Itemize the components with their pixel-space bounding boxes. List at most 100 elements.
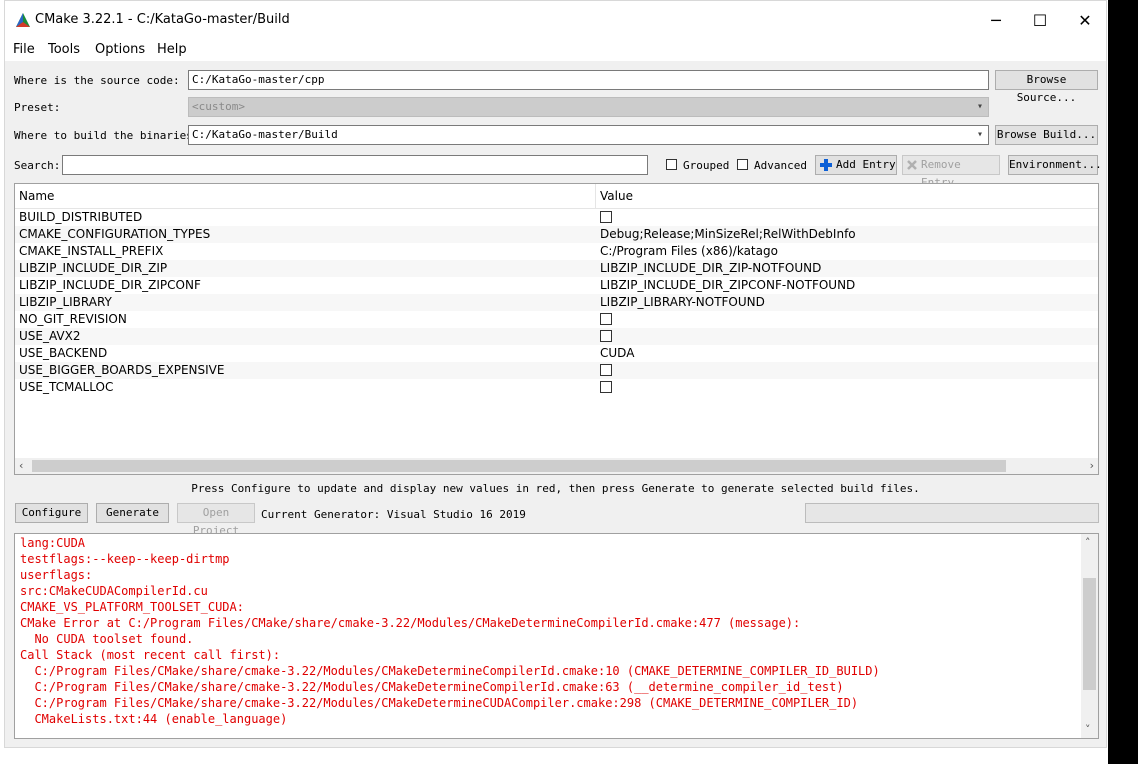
table-row[interactable]: LIBZIP_INCLUDE_DIR_ZIP LIBZIP_INCLUDE_DIR… [15, 260, 1098, 277]
output-line: C:/Program Files/CMake/share/cmake-3.22/… [20, 664, 880, 678]
build-path-combo[interactable]: C:/KataGo-master/Build ▾ [188, 125, 989, 145]
build-path-value: C:/KataGo-master/Build [192, 128, 338, 141]
column-divider[interactable] [595, 184, 596, 208]
entry-name: USE_TCMALLOC [19, 380, 114, 394]
table-row[interactable]: USE_BIGGER_BOARDS_EXPENSIVE [15, 362, 1098, 379]
entry-name: NO_GIT_REVISION [19, 312, 127, 326]
horizontal-scroll-thumb[interactable] [32, 460, 1006, 472]
entry-name: USE_BIGGER_BOARDS_EXPENSIVE [19, 363, 225, 377]
current-generator: Current Generator: Visual Studio 16 2019 [261, 508, 526, 521]
grouped-label[interactable]: Grouped [683, 159, 729, 172]
entry-value-checkbox[interactable] [600, 381, 612, 393]
entry-name: LIBZIP_INCLUDE_DIR_ZIP [19, 261, 168, 275]
table-row[interactable]: USE_TCMALLOC [15, 379, 1098, 396]
configure-hint: Press Configure to update and display ne… [191, 482, 920, 495]
output-line: CMake Error at C:/Program Files/CMake/sh… [20, 616, 801, 630]
cmake-logo-icon [16, 13, 30, 27]
entry-value-checkbox[interactable] [600, 313, 612, 325]
source-path-input[interactable]: C:/KataGo-master/cpp [188, 70, 989, 90]
entry-value[interactable]: LIBZIP_INCLUDE_DIR_ZIPCONF-NOTFOUND [600, 278, 855, 292]
search-input[interactable] [62, 155, 648, 175]
add-entry-button[interactable]: Add Entry [815, 155, 897, 175]
entry-value[interactable]: Debug;Release;MinSizeRel;RelWithDebInfo [600, 227, 856, 241]
maximize-button[interactable]: ☐ [1017, 7, 1063, 35]
generate-button[interactable]: Generate [96, 503, 169, 523]
vertical-scroll-thumb[interactable] [1083, 578, 1096, 690]
add-entry-label: Add Entry [836, 158, 896, 171]
output-line: C:/Program Files/CMake/share/cmake-3.22/… [20, 680, 844, 694]
scroll-up-icon[interactable]: ˄ [1085, 536, 1091, 549]
plus-icon [820, 159, 832, 171]
preset-combo: <custom> ▾ [188, 97, 989, 117]
table-row[interactable]: USE_BACKEND CUDA [15, 345, 1098, 362]
table-row[interactable]: CMAKE_CONFIGURATION_TYPES Debug;Release;M… [15, 226, 1098, 243]
background-desktop [1108, 0, 1138, 764]
cache-table: Name Value BUILD_DISTRIBUTED CMAKE_CONFIG… [14, 183, 1099, 475]
table-row[interactable]: LIBZIP_LIBRARY LIBZIP_LIBRARY-NOTFOUND [15, 294, 1098, 311]
column-header-name[interactable]: Name [19, 189, 54, 203]
environment-button[interactable]: Environment... [1008, 155, 1102, 175]
preset-value: <custom> [192, 100, 245, 113]
scroll-right-icon[interactable]: › [1090, 459, 1094, 472]
output-line: No CUDA toolset found. [20, 632, 194, 646]
vertical-scrollbar[interactable]: ˄ ˅ [1081, 534, 1098, 738]
configure-button[interactable]: Configure [15, 503, 88, 523]
advanced-checkbox[interactable] [737, 159, 748, 170]
advanced-label[interactable]: Advanced [754, 159, 807, 172]
chevron-down-icon[interactable]: ▾ [977, 126, 983, 144]
output-line: lang:CUDA [20, 536, 86, 550]
output-line: testflags:--keep--keep-dirtmp [20, 552, 230, 566]
cmake-window: CMake 3.22.1 - C:/KataGo-master/Build ─ … [4, 0, 1107, 748]
menu-file[interactable]: File [13, 42, 35, 57]
remove-entry-button: Remove Entry [902, 155, 1000, 189]
output-line: src:CMakeCUDACompilerId.cu [20, 584, 208, 598]
table-row[interactable]: USE_AVX2 [15, 328, 1098, 345]
browse-build-button[interactable]: Browse Build... [995, 125, 1098, 145]
column-header-value[interactable]: Value [600, 189, 633, 203]
output-line: Call Stack (most recent call first): [20, 648, 281, 662]
build-label: Where to build the binaries: [14, 129, 200, 142]
entry-name: USE_AVX2 [19, 329, 81, 343]
menu-tools[interactable]: Tools [48, 42, 80, 57]
table-row[interactable]: BUILD_DISTRIBUTED [15, 209, 1098, 226]
scroll-left-icon[interactable]: ‹ [19, 459, 23, 472]
output-log[interactable]: lang:CUDA testflags:--keep--keep-dirtmp us… [14, 533, 1099, 739]
scroll-down-icon[interactable]: ˅ [1085, 723, 1091, 736]
window-title: CMake 3.22.1 - C:/KataGo-master/Build [35, 12, 290, 27]
open-project-button: Open Project [177, 503, 255, 537]
table-row[interactable]: CMAKE_INSTALL_PREFIX C:/Program Files (x8… [15, 243, 1098, 260]
horizontal-scrollbar[interactable]: ‹ › [15, 458, 1098, 474]
entry-value[interactable]: CUDA [600, 346, 634, 360]
output-line: CMAKE_VS_PLATFORM_TOOLSET_CUDA: [20, 600, 244, 614]
entry-name: BUILD_DISTRIBUTED [19, 210, 143, 224]
table-row[interactable]: LIBZIP_INCLUDE_DIR_ZIPCONF LIBZIP_INCLUDE… [15, 277, 1098, 294]
title-bar: CMake 3.22.1 - C:/KataGo-master/Build ─ … [5, 1, 1106, 39]
menu-bar: File Tools Options Help [5, 39, 1106, 61]
entry-value[interactable]: LIBZIP_INCLUDE_DIR_ZIP-NOTFOUND [600, 261, 821, 275]
close-button[interactable]: ✕ [1062, 7, 1108, 35]
chevron-down-icon: ▾ [976, 101, 983, 112]
grouped-checkbox[interactable] [666, 159, 677, 170]
entry-name: CMAKE_CONFIGURATION_TYPES [19, 227, 211, 241]
table-header: Name Value [15, 184, 1098, 209]
entry-name: USE_BACKEND [19, 346, 108, 360]
minimize-button[interactable]: ─ [973, 7, 1019, 35]
search-label: Search: [14, 159, 61, 172]
progress-bar [805, 503, 1099, 523]
output-line: CMakeLists.txt:44 (enable_language) [20, 712, 288, 726]
entry-value-checkbox[interactable] [600, 330, 612, 342]
entry-value-checkbox[interactable] [600, 364, 612, 376]
entry-value[interactable]: LIBZIP_LIBRARY-NOTFOUND [600, 295, 765, 309]
preset-label: Preset: [14, 101, 61, 114]
table-row[interactable]: NO_GIT_REVISION [15, 311, 1098, 328]
entry-name: LIBZIP_INCLUDE_DIR_ZIPCONF [19, 278, 201, 292]
browse-source-button[interactable]: Browse Source... [995, 70, 1098, 104]
output-line: userflags: [20, 568, 93, 582]
entry-value-checkbox[interactable] [600, 211, 612, 223]
menu-options[interactable]: Options [95, 42, 145, 57]
source-label: Where is the source code: [14, 74, 180, 87]
entry-name: LIBZIP_LIBRARY [19, 295, 112, 309]
entry-value[interactable]: C:/Program Files (x86)/katago [600, 244, 778, 258]
entry-name: CMAKE_INSTALL_PREFIX [19, 244, 164, 258]
menu-help[interactable]: Help [157, 42, 187, 57]
